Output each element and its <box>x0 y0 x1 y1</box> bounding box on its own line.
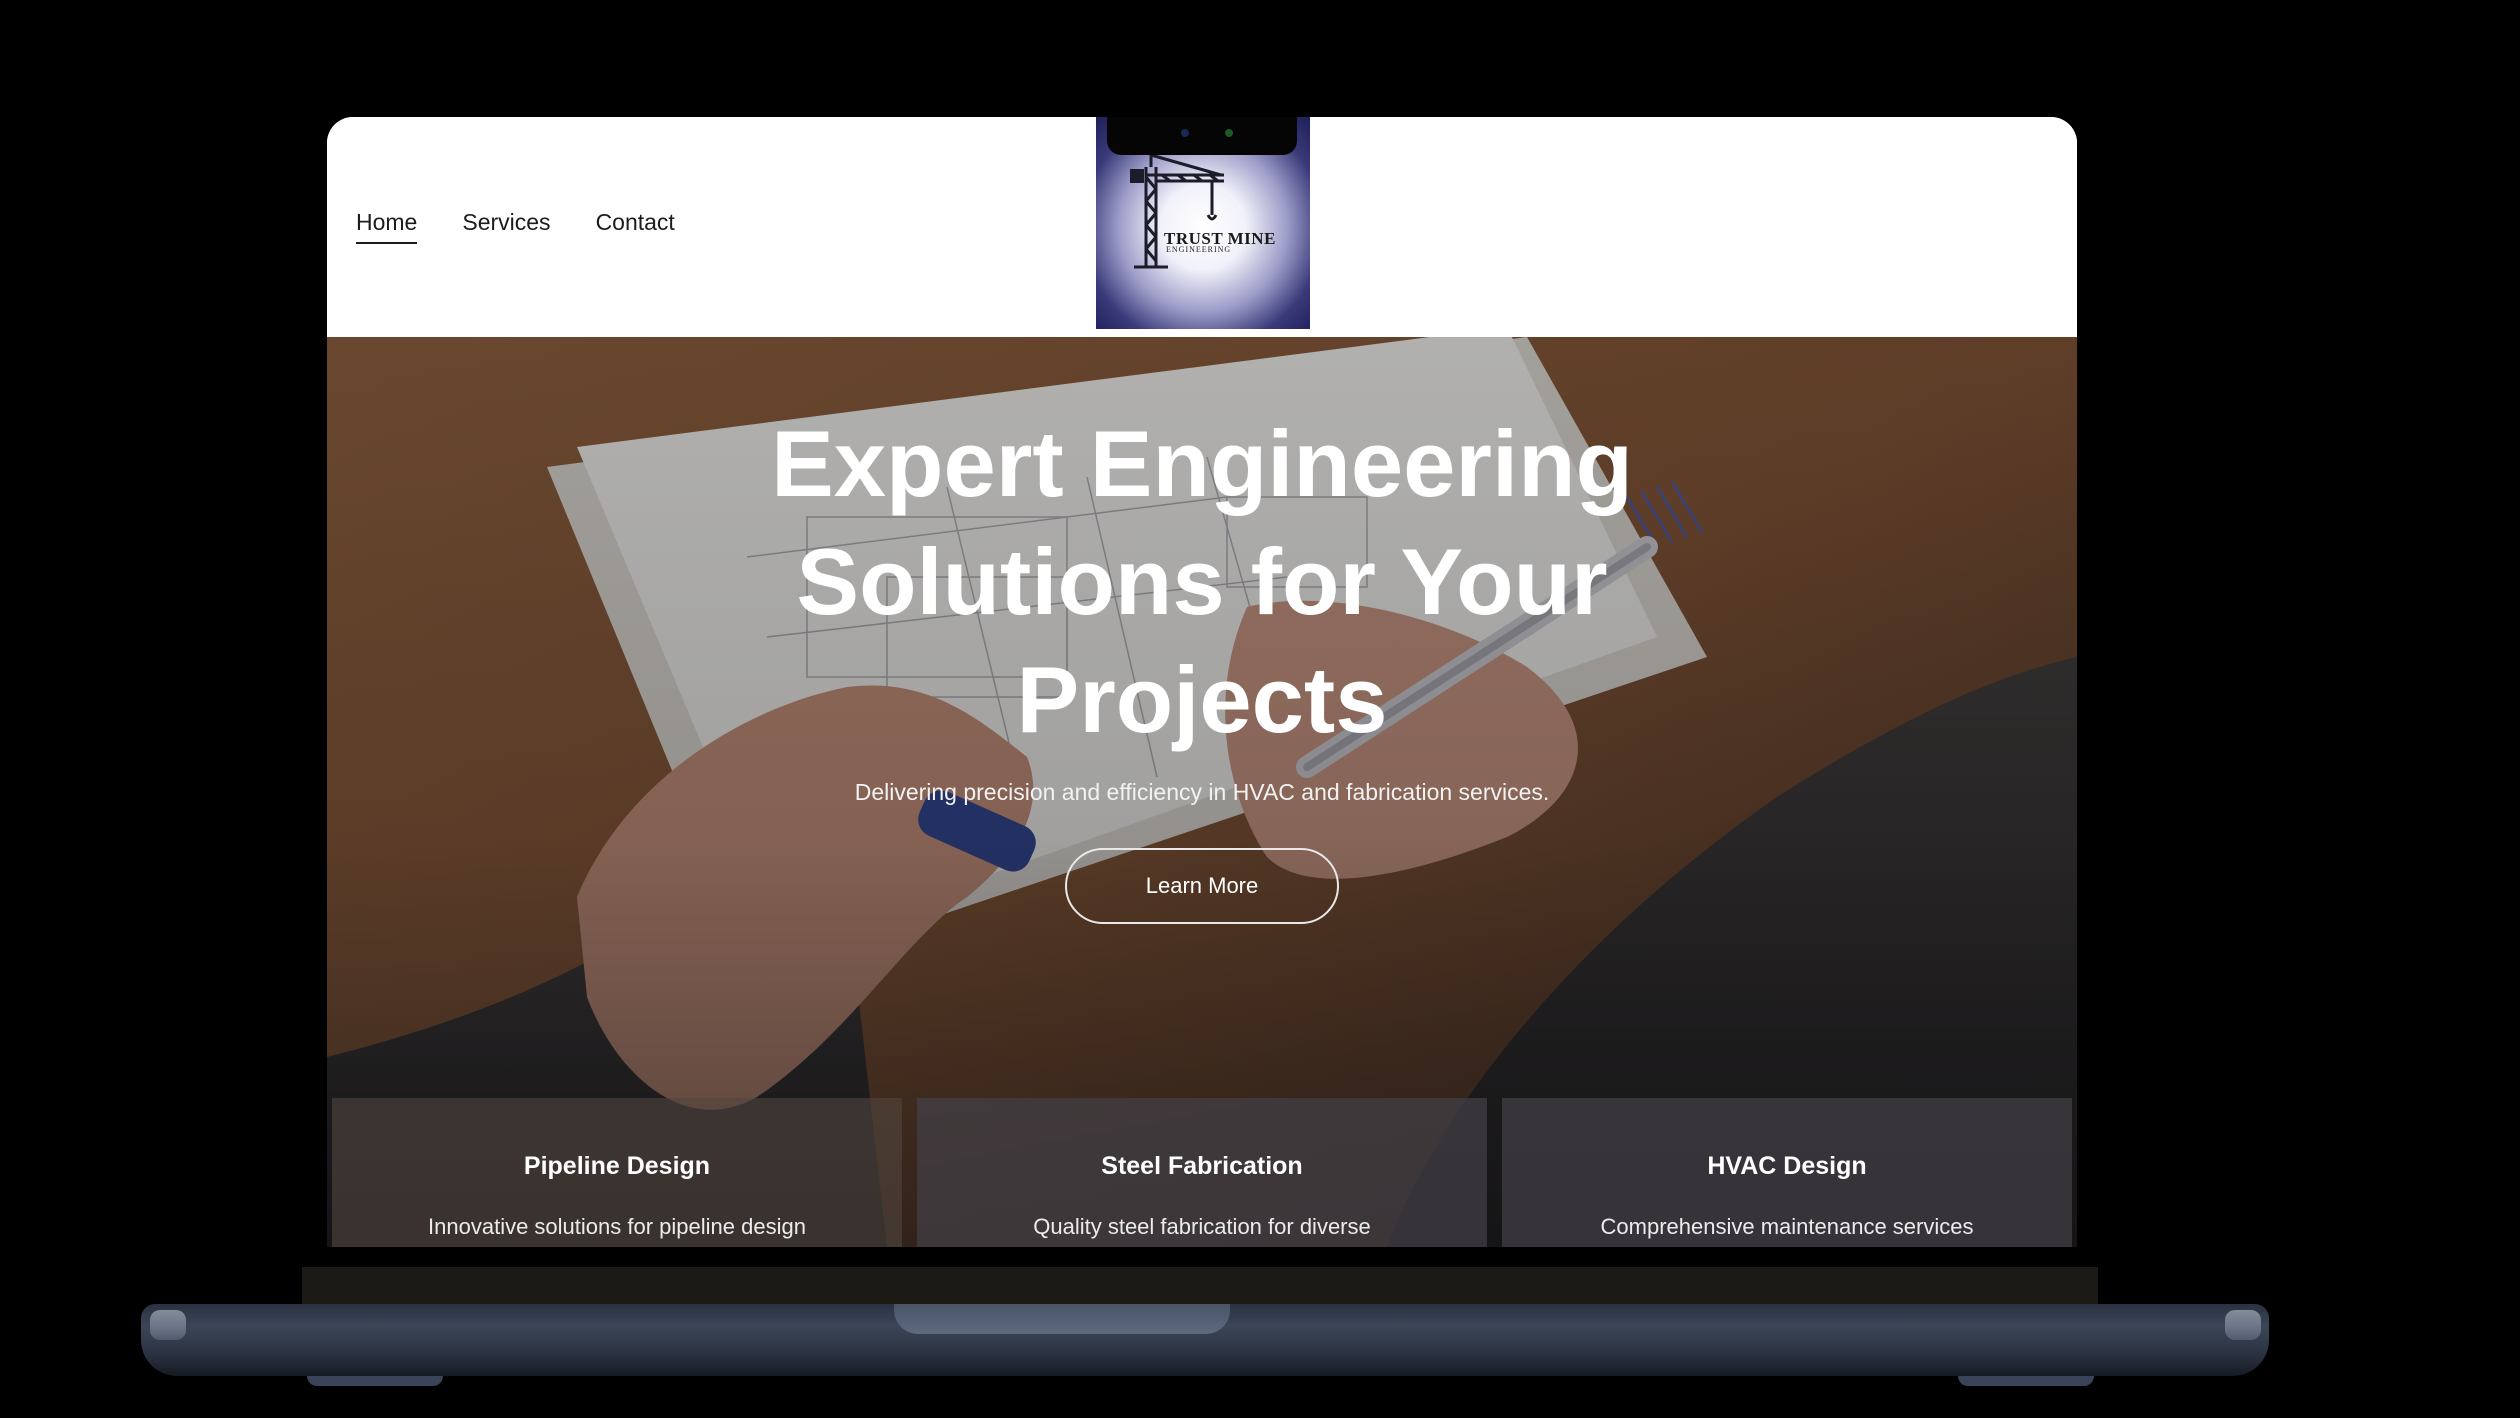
laptop-bezel-bottom <box>302 1267 2098 1307</box>
hero-title: Expert Engineering Solutions for Your Pr… <box>702 405 1702 759</box>
service-card-steel-fabrication[interactable]: Steel Fabrication Quality steel fabricat… <box>917 1098 1487 1247</box>
camera-indicator-light <box>1225 129 1233 137</box>
laptop-opening-notch <box>894 1304 1230 1334</box>
service-card-hvac-design[interactable]: HVAC Design Comprehensive maintenance se… <box>1502 1098 2072 1247</box>
nav-link-services[interactable]: Services <box>462 209 550 244</box>
service-card-title: Pipeline Design <box>523 1152 711 1180</box>
laptop-foot-right <box>1958 1376 2094 1386</box>
laptop-base-highlight-left <box>150 1310 186 1340</box>
nav-link-contact[interactable]: Contact <box>596 209 675 244</box>
laptop-base-highlight-right <box>2225 1310 2261 1340</box>
service-card-pipeline-design[interactable]: Pipeline Design Innovative solutions for… <box>332 1098 902 1247</box>
nav-link-home[interactable]: Home <box>356 209 418 244</box>
service-card-title: HVAC Design <box>1707 1152 1867 1180</box>
learn-more-button[interactable]: Learn More <box>1065 848 1339 924</box>
laptop-mockup: Home Services Contact TRUST MINE ENGINEE… <box>0 0 2520 1418</box>
camera-notch <box>1107 117 1297 155</box>
main-nav: Home Services Contact <box>356 209 675 244</box>
service-card-description: Quality steel fabrication for diverse ap… <box>1033 1214 1371 1239</box>
hero-section: Expert Engineering Solutions for Your Pr… <box>327 337 2077 1247</box>
service-card-description: Innovative solutions for pipeline design… <box>428 1214 806 1239</box>
services-cards: Pipeline Design Innovative solutions for… <box>332 1098 2072 1247</box>
hero-subtitle: Delivering precision and efficiency in H… <box>854 779 1550 805</box>
camera-icon <box>1181 129 1189 137</box>
service-card-description: Comprehensive maintenance services for o… <box>1600 1214 1974 1239</box>
laptop-foot-left <box>307 1376 443 1386</box>
hero-title-line-1: Expert Engineering <box>771 411 1633 516</box>
hero-title-line-3: Projects <box>1016 647 1388 752</box>
laptop-screen: Home Services Contact TRUST MINE ENGINEE… <box>327 117 2077 1247</box>
logo-subtext: ENGINEERING <box>1166 245 1232 254</box>
hero-title-line-2: Solutions for Your <box>796 529 1608 634</box>
service-card-title: Steel Fabrication <box>1101 1152 1303 1180</box>
